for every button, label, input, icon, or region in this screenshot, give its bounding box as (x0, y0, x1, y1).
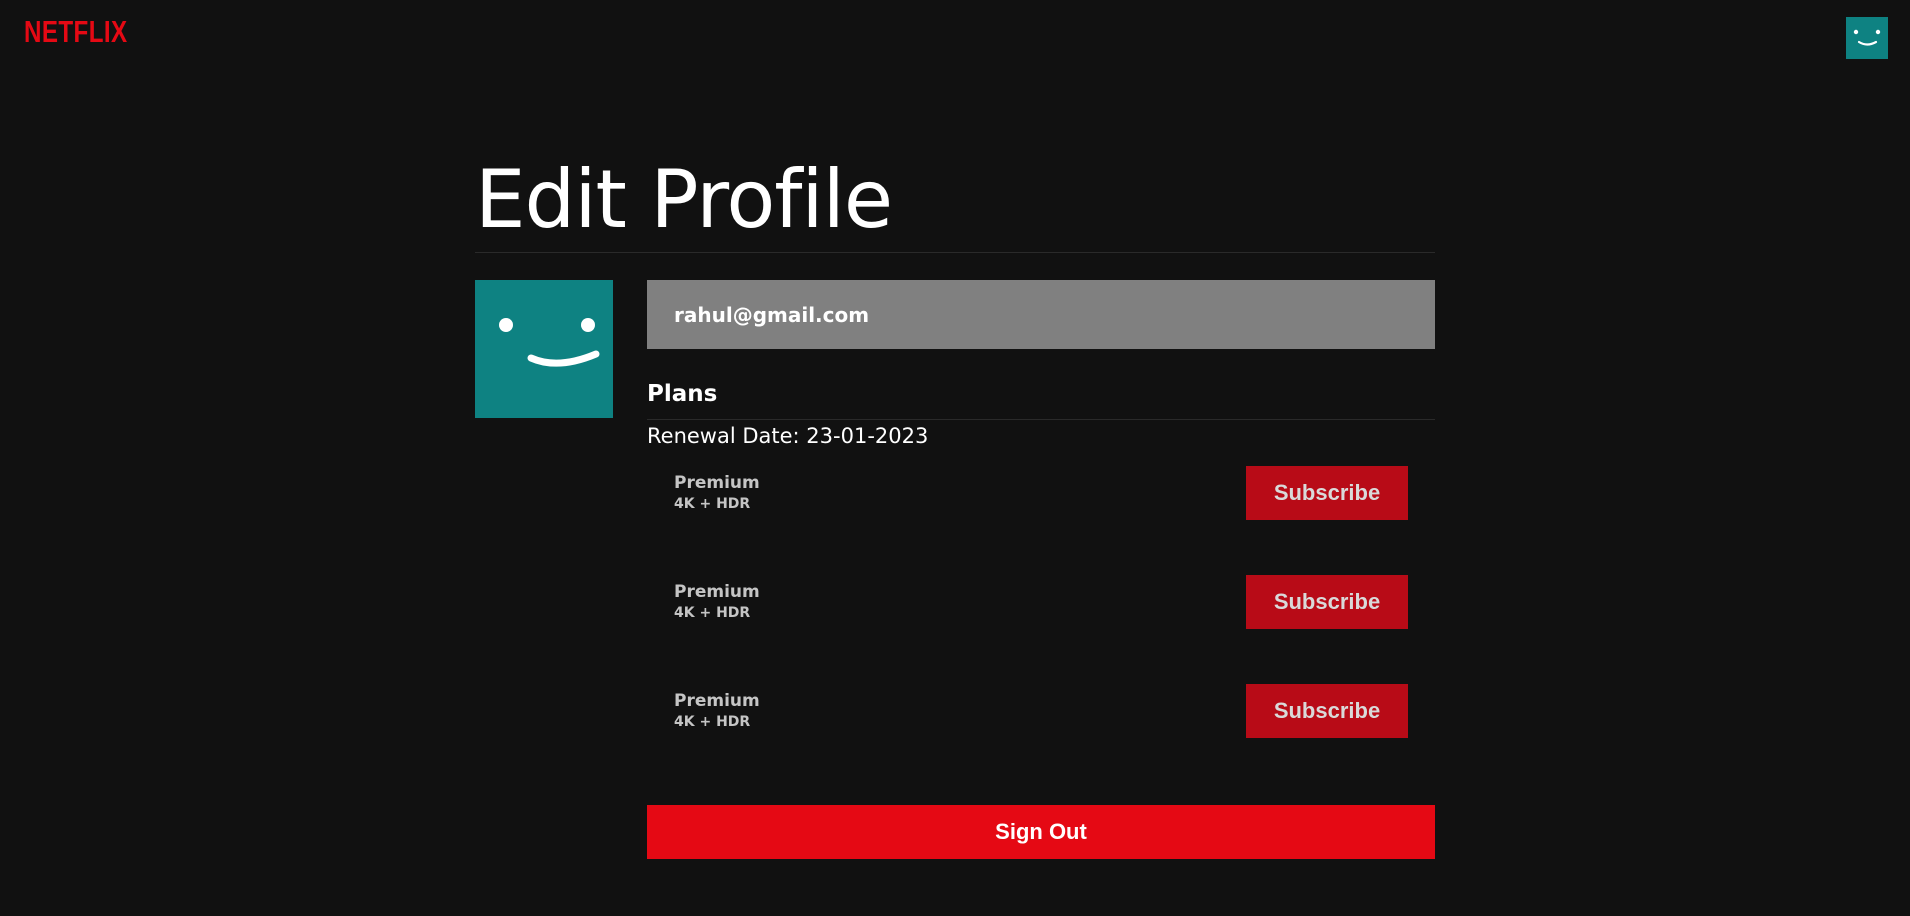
page-title: Edit Profile (475, 150, 1435, 253)
plan-description: 4K + HDR (674, 713, 751, 730)
logo-text: NETFLIX (24, 14, 128, 49)
profile-row: rahul@gmail.com Plans Renewal Date: 23-0… (475, 280, 1435, 859)
renewal-date: Renewal Date: 23-01-2023 (647, 424, 929, 448)
subscribe-button[interactable]: Subscribe (1246, 575, 1408, 629)
plan-name: Premium (674, 691, 760, 712)
smiley-profile-icon (499, 318, 600, 367)
sign-out-button[interactable]: Sign Out (647, 805, 1435, 859)
smiley-profile-icon (1853, 29, 1881, 46)
subscribe-button[interactable]: Subscribe (1246, 466, 1408, 520)
nav-avatar[interactable] (1846, 17, 1888, 59)
plan-item: Premium 4K + HDR Subscribe (647, 575, 1435, 629)
profile-details: rahul@gmail.com Plans Renewal Date: 23-0… (647, 280, 1435, 859)
page: NETFLIX Edit Profile rahul@gmail.com Pla… (0, 0, 1910, 916)
plans-heading: Plans (647, 381, 1435, 420)
edit-profile-section: Edit Profile rahul@gmail.com Plans Renew… (475, 150, 1435, 859)
plan-item: Premium 4K + HDR Subscribe (647, 684, 1435, 738)
plan-item: Premium 4K + HDR Subscribe (647, 466, 1435, 520)
netflix-logo[interactable]: NETFLIX (24, 12, 157, 52)
plan-description: 4K + HDR (674, 604, 751, 621)
plan-info: Premium 4K + HDR (674, 582, 760, 621)
plan-info: Premium 4K + HDR (674, 473, 760, 512)
plan-list: Premium 4K + HDR Subscribe Premium 4K + … (647, 466, 1435, 738)
email-display: rahul@gmail.com (647, 280, 1435, 349)
plan-name: Premium (674, 473, 760, 494)
plan-name: Premium (674, 582, 760, 603)
subscribe-button[interactable]: Subscribe (1246, 684, 1408, 738)
profile-avatar (475, 280, 613, 418)
plan-description: 4K + HDR (674, 495, 751, 512)
plan-info: Premium 4K + HDR (674, 691, 760, 730)
